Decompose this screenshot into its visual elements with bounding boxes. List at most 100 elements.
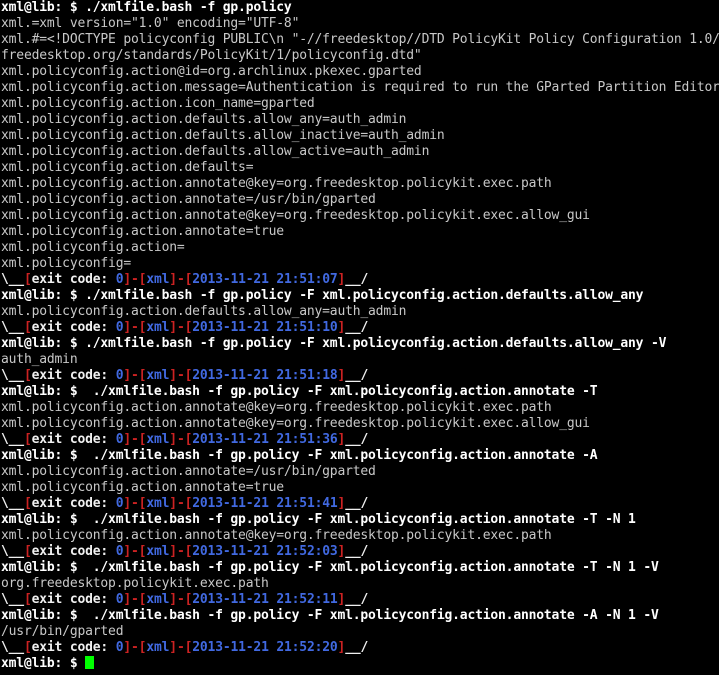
terminal-command-line: xml@lib: $ ./xmlfile.bash -f gp.policy bbox=[1, 0, 292, 15]
status-prefix: \__ bbox=[1, 592, 24, 607]
status-tag: xml bbox=[146, 432, 170, 447]
status-suffix: __/ bbox=[345, 640, 369, 655]
status-bracket-open: [ bbox=[23, 496, 32, 511]
terminal-output-line: xml.policyconfig.action.defaults.allow_i… bbox=[1, 128, 445, 143]
terminal-screen[interactable]: xml@lib: $ ./xmlfile.bash -f gp.policy xm… bbox=[0, 0, 719, 672]
status-exit-label: exit code: bbox=[31, 368, 116, 383]
status-timestamp: 2013-11-21 21:52:11 bbox=[192, 592, 338, 607]
status-tag: xml bbox=[146, 496, 170, 511]
status-bracket-open: [ bbox=[23, 640, 32, 655]
status-suffix: __/ bbox=[345, 320, 369, 335]
prompt-text: xml@lib: $ bbox=[1, 656, 86, 671]
status-prefix: \__ bbox=[1, 640, 24, 655]
status-bracket-sep1: ]-[ bbox=[123, 320, 147, 335]
terminal-status-line: \__[exit code: 0]-[xml]-[2013-11-21 21:5… bbox=[0, 320, 719, 336]
status-bracket-open: [ bbox=[23, 320, 32, 335]
terminal-output-line: xml.policyconfig.action@id=org.archlinux… bbox=[1, 64, 422, 79]
terminal-output-line: xml.policyconfig.action= bbox=[1, 240, 185, 255]
status-timestamp: 2013-11-21 21:52:20 bbox=[192, 640, 338, 655]
status-prefix: \__ bbox=[1, 432, 24, 447]
terminal-command-line: xml@lib: $ ./xmlfile.bash -f gp.policy -… bbox=[1, 384, 598, 399]
status-timestamp: 2013-11-21 21:51:10 bbox=[192, 320, 338, 335]
status-timestamp: 2013-11-21 21:52:03 bbox=[192, 544, 338, 559]
terminal-output-line: xml.policyconfig.action.defaults.allow_a… bbox=[1, 304, 407, 319]
terminal-status-line: \__[exit code: 0]-[xml]-[2013-11-21 21:5… bbox=[0, 544, 719, 560]
terminal-output-line: xml.policyconfig= bbox=[1, 256, 131, 271]
status-suffix: __/ bbox=[345, 368, 369, 383]
status-tag: xml bbox=[146, 368, 170, 383]
status-bracket-sep2: ]-[ bbox=[169, 496, 193, 511]
status-exit-label: exit code: bbox=[31, 432, 116, 447]
terminal-output-line: xml.policyconfig.action.annotate=true bbox=[1, 224, 284, 239]
status-timestamp: 2013-11-21 21:51:07 bbox=[192, 272, 338, 287]
status-bracket-sep1: ]-[ bbox=[123, 496, 147, 511]
status-tag: xml bbox=[146, 320, 170, 335]
status-tag: xml bbox=[146, 544, 170, 559]
status-bracket-open: [ bbox=[23, 368, 32, 383]
terminal-output-line: xml.policyconfig.action.defaults.allow_a… bbox=[1, 144, 430, 159]
status-bracket-sep1: ]-[ bbox=[123, 544, 147, 559]
status-prefix: \__ bbox=[1, 320, 24, 335]
terminal-output-line: xml.policyconfig.action.message=Authenti… bbox=[1, 80, 719, 95]
status-exit-label: exit code: bbox=[31, 496, 116, 511]
status-bracket-sep2: ]-[ bbox=[169, 272, 193, 287]
status-bracket-sep2: ]-[ bbox=[169, 592, 193, 607]
status-bracket-sep1: ]-[ bbox=[123, 368, 147, 383]
status-exit-label: exit code: bbox=[31, 544, 116, 559]
terminal-command-line: xml@lib: $ ./xmlfile.bash -f gp.policy -… bbox=[1, 608, 659, 623]
status-bracket-sep2: ]-[ bbox=[169, 544, 193, 559]
terminal-command-line: xml@lib: $ ./xmlfile.bash -f gp.policy -… bbox=[1, 448, 598, 463]
status-tag: xml bbox=[146, 272, 170, 287]
terminal-status-line: \__[exit code: 0]-[xml]-[2013-11-21 21:5… bbox=[0, 432, 719, 448]
status-timestamp: 2013-11-21 21:51:36 bbox=[192, 432, 338, 447]
status-suffix: __/ bbox=[345, 432, 369, 447]
terminal-status-line: \__[exit code: 0]-[xml]-[2013-11-21 21:5… bbox=[0, 496, 719, 512]
status-bracket-sep2: ]-[ bbox=[169, 368, 193, 383]
terminal-command-line: xml@lib: $ ./xmlfile.bash -f gp.policy -… bbox=[1, 560, 659, 575]
status-bracket-open: [ bbox=[23, 432, 32, 447]
status-suffix: __/ bbox=[345, 544, 369, 559]
terminal-output-line: xml.policyconfig.action.icon_name=gparte… bbox=[1, 96, 315, 111]
terminal-output-line: xml.policyconfig.action.defaults= bbox=[1, 160, 254, 175]
status-exit-label: exit code: bbox=[31, 272, 116, 287]
terminal-output-line: freedesktop.org/standards/PolicyKit/1/po… bbox=[1, 48, 422, 63]
terminal-status-line: \__[exit code: 0]-[xml]-[2013-11-21 21:5… bbox=[0, 592, 719, 608]
status-bracket-sep2: ]-[ bbox=[169, 432, 193, 447]
terminal-output-line: /usr/bin/gparted bbox=[1, 624, 124, 639]
status-bracket-sep1: ]-[ bbox=[123, 272, 147, 287]
terminal-window[interactable]: xml@lib: $ ./xmlfile.bash -f gp.policy xm… bbox=[0, 0, 719, 675]
status-tag: xml bbox=[146, 592, 170, 607]
status-exit-label: exit code: bbox=[31, 592, 116, 607]
status-bracket-sep2: ]-[ bbox=[169, 640, 193, 655]
terminal-output-line: xml.policyconfig.action.annotate=true bbox=[1, 480, 284, 495]
terminal-output-line: xml.policyconfig.action.annotate@key=org… bbox=[1, 176, 552, 191]
status-bracket-sep1: ]-[ bbox=[123, 592, 147, 607]
terminal-output-line: xml.policyconfig.action.annotate@key=org… bbox=[1, 208, 590, 223]
terminal-output-line: auth_admin bbox=[1, 352, 78, 367]
terminal-output-line: org.freedesktop.policykit.exec.path bbox=[1, 576, 269, 591]
terminal-output-line: xml.#=<!DOCTYPE policyconfig PUBLIC\n "-… bbox=[1, 32, 719, 47]
terminal-output-line: xml.policyconfig.action.annotate=/usr/bi… bbox=[1, 192, 376, 207]
terminal-output-line: xml.policyconfig.action.annotate@key=org… bbox=[1, 416, 590, 431]
status-timestamp: 2013-11-21 21:51:18 bbox=[192, 368, 338, 383]
status-prefix: \__ bbox=[1, 496, 24, 511]
status-suffix: __/ bbox=[345, 272, 369, 287]
terminal-command-line: xml@lib: $ ./xmlfile.bash -f gp.policy -… bbox=[1, 512, 636, 527]
status-bracket-open: [ bbox=[23, 544, 32, 559]
terminal-status-line: \__[exit code: 0]-[xml]-[2013-11-21 21:5… bbox=[0, 640, 719, 656]
terminal-output-line: xml.=xml version="1.0" encoding="UTF-8" bbox=[1, 16, 300, 31]
terminal-prompt-line[interactable]: xml@lib: $ bbox=[0, 656, 719, 672]
status-exit-label: exit code: bbox=[31, 320, 116, 335]
terminal-cursor bbox=[85, 656, 95, 669]
status-bracket-sep1: ]-[ bbox=[123, 640, 147, 655]
status-suffix: __/ bbox=[345, 496, 369, 511]
status-suffix: __/ bbox=[345, 592, 369, 607]
status-bracket-open: [ bbox=[23, 592, 32, 607]
status-prefix: \__ bbox=[1, 272, 24, 287]
status-prefix: \__ bbox=[1, 368, 24, 383]
status-bracket-open: [ bbox=[23, 272, 32, 287]
terminal-output-line: xml.policyconfig.action.annotate@key=org… bbox=[1, 528, 552, 543]
status-prefix: \__ bbox=[1, 544, 24, 559]
status-timestamp: 2013-11-21 21:51:41 bbox=[192, 496, 338, 511]
terminal-command-line: xml@lib: $ ./xmlfile.bash -f gp.policy -… bbox=[1, 336, 667, 351]
